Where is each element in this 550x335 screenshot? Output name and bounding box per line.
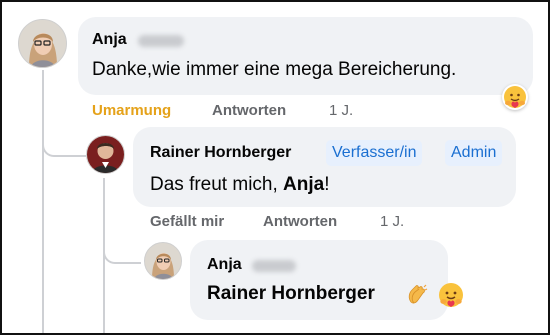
reaction-label-button[interactable]: Umarmung	[92, 102, 171, 119]
comment-bubble-anja-reply	[190, 240, 448, 320]
thread-connector-reply1	[42, 127, 86, 157]
reply2-author-name[interactable]: Anja	[207, 256, 242, 274]
reply2-author-surname-blurred	[252, 260, 296, 272]
comment-author-name[interactable]: Anja	[92, 31, 127, 49]
avatar-anja-image	[19, 20, 66, 67]
avatar-rainer[interactable]	[86, 135, 125, 174]
thread-connector-reply2	[103, 236, 141, 264]
clapping-hands-emoji-icon	[408, 284, 428, 304]
reply-text-prefix: Das freut mich,	[150, 174, 284, 195]
reply-author-name[interactable]: Rainer Hornberger	[150, 144, 291, 162]
reply-text: Das freut mich, Anja!	[150, 174, 330, 196]
comment-reaction-badge[interactable]	[502, 84, 528, 110]
badge-admin[interactable]: Admin	[445, 140, 503, 166]
care-hug-emoji-icon	[439, 283, 463, 307]
reply-button[interactable]: Antworten	[263, 213, 337, 230]
reply-timestamp[interactable]: 1 J.	[380, 213, 404, 230]
comment-thread: Anja Danke,wie immer eine mega Bereicher…	[0, 0, 550, 335]
author-surname-blurred	[138, 35, 184, 47]
reply-button[interactable]: Antworten	[212, 102, 286, 119]
reply-text-suffix: !	[324, 174, 330, 195]
like-button[interactable]: Gefällt mir	[150, 213, 224, 230]
avatar-anja-small-image	[145, 243, 181, 279]
comment-bubble-anja	[78, 17, 533, 95]
comment-timestamp[interactable]: 1 J.	[329, 102, 353, 119]
avatar-anja[interactable]	[18, 19, 67, 68]
care-hug-emoji-icon	[504, 86, 526, 108]
badge-author[interactable]: Verfasser/in	[326, 140, 423, 166]
avatar-anja-small[interactable]	[144, 242, 182, 280]
mention-anja[interactable]: Anja	[283, 174, 324, 195]
avatar-rainer-image	[87, 136, 124, 173]
comment-text: Danke,wie immer eine mega Bereicherung.	[92, 59, 457, 80]
thread-line-main	[42, 70, 44, 333]
reply2-mention[interactable]: Rainer Hornberger	[207, 283, 375, 305]
